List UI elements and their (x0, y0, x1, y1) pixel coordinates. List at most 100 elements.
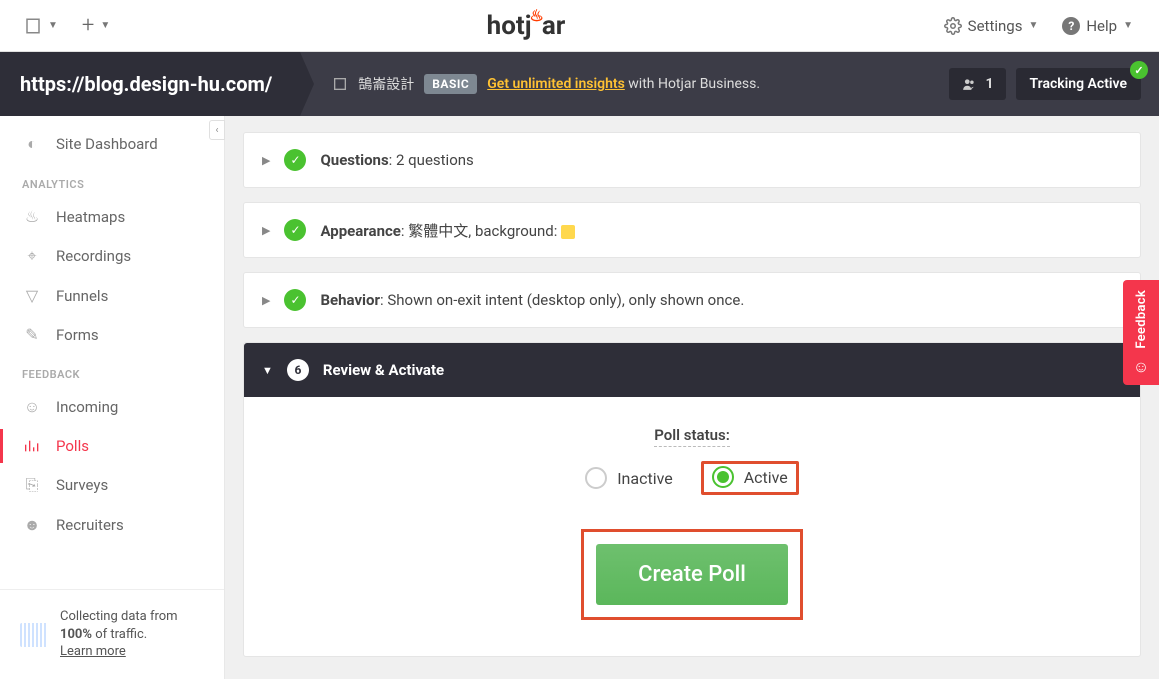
help-icon: ? (1062, 17, 1080, 35)
user-count[interactable]: 1 (949, 68, 1005, 100)
tracking-label: Tracking Active (1030, 76, 1127, 92)
chevron-down-icon: ▼ (1028, 20, 1038, 31)
plus-icon: + (82, 13, 94, 38)
create-poll-button[interactable]: Create Poll (596, 544, 788, 605)
add-menu[interactable]: + ▼ (74, 7, 118, 44)
radio-inactive[interactable]: Inactive (585, 467, 673, 489)
sidebar-item-label: Heatmaps (56, 208, 125, 226)
upgrade-text: with Hotjar Business. (625, 76, 760, 92)
flame-icon: ♨ (529, 6, 543, 25)
step-review-header[interactable]: ▼ 6 Review & Activate (244, 343, 1140, 397)
sidebar-item-heatmaps[interactable]: ♨ Heatmaps (0, 197, 224, 236)
highlight-create: Create Poll (581, 529, 803, 620)
sidebar-item-surveys[interactable]: ⎘ Surveys (0, 465, 224, 505)
sidebar-item-recruiters[interactable]: ☻ Recruiters (0, 505, 224, 545)
caret-right-icon: ▶ (262, 154, 270, 167)
sidebar-section-analytics: ANALYTICS (0, 164, 224, 197)
collapse-sidebar[interactable]: ‹ (209, 120, 225, 140)
smiley-icon: ☺ (1133, 357, 1149, 377)
hotjar-logo: hotj♨ar (118, 11, 933, 41)
traffic-pct: 100% (60, 627, 92, 642)
sidebar-footer: Collecting data from 100% of traffic. Le… (0, 589, 224, 679)
sidebar-item-forms[interactable]: ✎ Forms (0, 315, 224, 354)
sidebar-item-label: Funnels (56, 287, 108, 305)
settings-label: Settings (968, 17, 1023, 35)
caret-right-icon: ▶ (262, 224, 270, 237)
sidebar-item-label: Site Dashboard (56, 135, 158, 153)
plan-badge: BASIC (424, 74, 477, 94)
settings-menu[interactable]: Settings ▼ (934, 11, 1049, 41)
traffic-line2: of traffic. (92, 627, 147, 642)
step-number: 6 (287, 359, 309, 381)
site-url[interactable]: https://blog.design-hu.com/ (0, 52, 300, 116)
step-questions[interactable]: ▶ ✓ Questions: 2 questions (243, 132, 1141, 188)
users-icon (961, 77, 977, 91)
check-icon: ✓ (284, 149, 306, 171)
step-detail: : 2 questions (389, 151, 474, 169)
sidebar-section-feedback: FEEDBACK (0, 354, 224, 387)
check-icon: ✓ (284, 219, 306, 241)
sidebar-item-label: Recruiters (56, 516, 124, 534)
inbox-icon: ☺ (22, 397, 42, 417)
feedback-label: Feedback (1134, 290, 1149, 349)
step-title: Behavior (320, 291, 380, 309)
caret-down-icon: ▼ (262, 364, 273, 377)
sidebar-item-label: Incoming (56, 398, 118, 416)
color-swatch (561, 225, 575, 239)
top-bar: ▼ + ▼ hotj♨ar Settings ▼ ? Help ▼ (0, 0, 1159, 52)
tracking-status[interactable]: Tracking Active ✓ (1016, 68, 1141, 100)
user-count-value: 1 (985, 76, 993, 92)
sidebar: ‹ ◐ Site Dashboard ANALYTICS ♨ Heatmaps … (0, 116, 225, 679)
sidebar-item-label: Polls (56, 437, 89, 455)
step-detail: : 繁體中文, background: (401, 222, 561, 240)
chevron-down-icon: ▼ (48, 20, 58, 31)
radio-label: Active (744, 468, 788, 487)
camera-icon: ⌖ (22, 246, 42, 266)
sidebar-item-label: Surveys (56, 476, 108, 494)
step-review: ▼ 6 Review & Activate Poll status: Inact… (243, 342, 1141, 657)
sidebar-item-polls[interactable]: Polls (0, 427, 224, 465)
cube-icon (332, 76, 348, 92)
caret-right-icon: ▶ (262, 294, 270, 307)
org-switcher[interactable]: ▼ (16, 11, 66, 41)
help-label: Help (1086, 17, 1117, 35)
step-behavior[interactable]: ▶ ✓ Behavior: Shown on-exit intent (desk… (243, 272, 1141, 328)
main-content: ▶ ✓ Questions: 2 questions ▶ ✓ Appearanc… (225, 116, 1159, 679)
sidebar-item-funnels[interactable]: ▽ Funnels (0, 276, 224, 315)
chevron-down-icon: ▼ (100, 20, 110, 31)
sidebar-item-recordings[interactable]: ⌖ Recordings (0, 236, 224, 276)
sidebar-item-dashboard[interactable]: ◐ Site Dashboard (0, 124, 224, 164)
check-icon: ✓ (284, 289, 306, 311)
building-icon (24, 17, 42, 35)
sidebar-item-incoming[interactable]: ☺ Incoming (0, 387, 224, 427)
highlight-active: Active (701, 461, 799, 495)
step-title: Appearance (320, 222, 400, 240)
radio-active[interactable]: Active (712, 466, 788, 488)
step-appearance[interactable]: ▶ ✓ Appearance: 繁體中文, background: (243, 202, 1141, 258)
barchart-icon (22, 438, 42, 454)
sidebar-item-label: Forms (56, 326, 99, 344)
radio-label: Inactive (617, 469, 673, 488)
fire-icon: ♨ (22, 207, 42, 226)
chevron-down-icon: ▼ (1123, 20, 1133, 31)
traffic-line1: Collecting data from (60, 608, 178, 626)
feedback-tab[interactable]: Feedback ☺ (1123, 280, 1159, 385)
step-title: Review & Activate (323, 361, 444, 379)
help-menu[interactable]: ? Help ▼ (1052, 11, 1143, 41)
sparkline-icon (20, 623, 48, 647)
step-detail: : Shown on-exit intent (desktop only), o… (380, 291, 744, 309)
step-title: Questions (320, 151, 388, 169)
check-icon: ✓ (1130, 61, 1148, 79)
upgrade-link[interactable]: Get unlimited insights (487, 76, 625, 92)
poll-status-label: Poll status: (654, 426, 730, 447)
learn-more-link[interactable]: Learn more (60, 644, 126, 659)
funnel-icon: ▽ (22, 286, 42, 305)
radio-icon (585, 467, 607, 489)
site-name: 鵠崙設計 (358, 74, 414, 94)
clipboard-icon: ⎘ (22, 475, 42, 495)
pencil-icon: ✎ (22, 325, 42, 344)
radio-icon (712, 466, 734, 488)
person-icon: ☻ (22, 515, 42, 535)
gauge-icon: ◐ (22, 134, 42, 154)
site-header: https://blog.design-hu.com/ 鵠崙設計 BASIC G… (0, 52, 1159, 116)
